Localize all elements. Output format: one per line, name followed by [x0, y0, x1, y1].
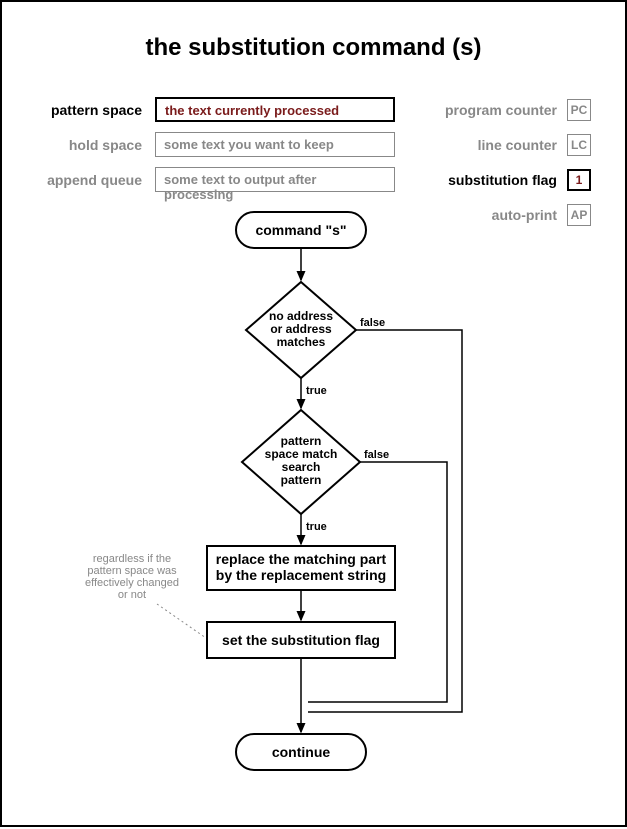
note-l1: regardless if the [93, 553, 171, 565]
d1-true-label: true [306, 385, 327, 397]
flowchart: command "s" no address or address matche… [2, 2, 627, 829]
d2-l3: search [282, 460, 321, 474]
note-l4: or not [118, 589, 146, 601]
d1-l2: or address [270, 322, 332, 336]
note-l2: pattern space was [87, 565, 177, 577]
box2-text: set the substitution flag [222, 632, 380, 648]
d1-l1: no address [269, 309, 333, 323]
d1-l3: matches [277, 335, 326, 349]
d1-false-label: false [360, 317, 385, 329]
d2-true-label: true [306, 521, 327, 533]
box1-l1: replace the matching part [216, 551, 387, 567]
node-end-text: continue [272, 744, 331, 760]
note-leader [157, 604, 206, 638]
node-start-text: command "s" [255, 222, 346, 238]
box1-l2: by the replacement string [216, 567, 386, 583]
note-l3: effectively changed [85, 577, 179, 589]
diagram-frame: the substitution command (s) pattern spa… [0, 0, 627, 827]
d2-l4: pattern [281, 473, 322, 487]
d2-l1: pattern [281, 434, 322, 448]
d2-l2: space match [265, 447, 338, 461]
d2-false-label: false [364, 449, 389, 461]
